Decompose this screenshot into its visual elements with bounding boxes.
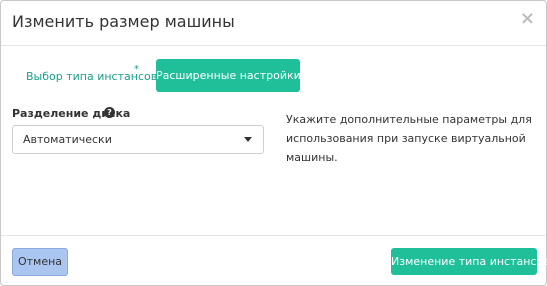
modal-header: Изменить размер машины × xyxy=(1,1,546,46)
tab-advanced-options[interactable]: Расширенные настройки xyxy=(156,59,301,92)
resize-submit-button[interactable]: Изменение типа инстансов xyxy=(391,248,547,275)
close-icon[interactable]: × xyxy=(520,10,535,28)
help-text: Укажите дополнительные параметры для исп… xyxy=(286,113,532,164)
caret-down-icon xyxy=(244,137,252,142)
cancel-button[interactable]: Отмена xyxy=(12,248,68,276)
question-circle-icon[interactable]: ? xyxy=(104,107,115,118)
resize-instance-modal: Изменить размер машины × Выбор типа инст… xyxy=(0,0,547,286)
disk-partition-selected-value: Автоматически xyxy=(23,133,112,146)
modal-title: Изменить размер машины xyxy=(12,12,235,31)
required-marker: * xyxy=(134,64,139,75)
disk-partition-select[interactable]: Автоматически xyxy=(12,125,264,154)
